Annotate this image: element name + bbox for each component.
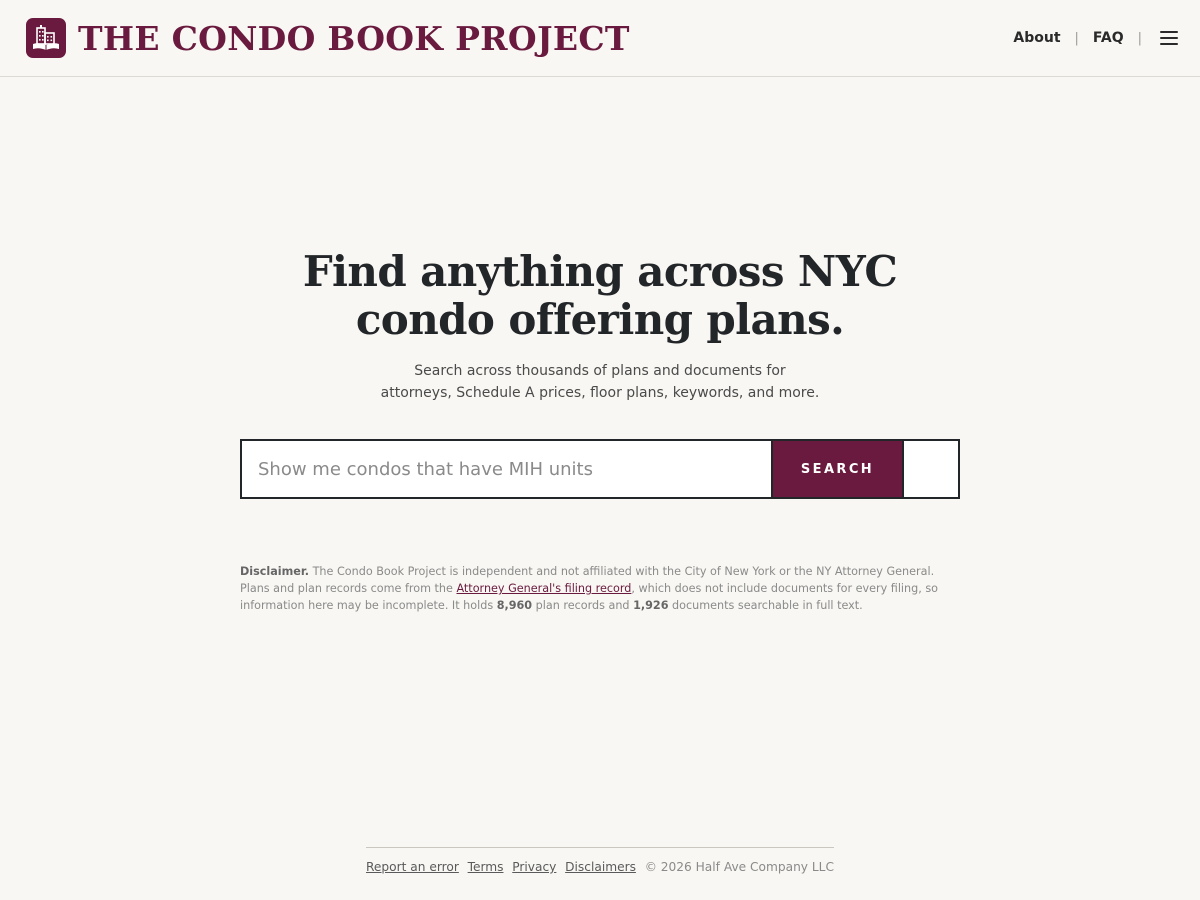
document-count: 1,926 bbox=[633, 599, 669, 612]
building-book-icon bbox=[26, 18, 66, 58]
disclaimer-label: Disclaimer. bbox=[240, 565, 310, 578]
search-extra-area bbox=[904, 441, 958, 497]
hero-title-line-2: condo offering plans. bbox=[355, 295, 845, 344]
report-error-link[interactable]: Report an error bbox=[366, 860, 459, 874]
site-footer: Report an error Terms Privacy Disclaimer… bbox=[366, 847, 834, 874]
hero-title-line-1: Find anything across NYC bbox=[302, 247, 898, 296]
disclaimers-link[interactable]: Disclaimers bbox=[565, 860, 636, 874]
privacy-link[interactable]: Privacy bbox=[512, 860, 556, 874]
search-button[interactable]: SEARCH bbox=[771, 441, 904, 497]
disclaimer-text: documents searchable in full text. bbox=[668, 599, 863, 612]
disclaimer-text: plan records and bbox=[532, 599, 634, 612]
copyright: © 2026 Half Ave Company LLC bbox=[644, 860, 834, 874]
disclaimer: Disclaimer. The Condo Book Project is in… bbox=[240, 563, 965, 614]
nav-about-link[interactable]: About bbox=[1013, 30, 1060, 46]
hero-title: Find anything across NYC condo offering … bbox=[240, 248, 960, 344]
brand-link[interactable]: THE CONDO BOOK PROJECT bbox=[26, 18, 630, 58]
search-form: SEARCH bbox=[240, 439, 960, 499]
hamburger-menu-icon[interactable] bbox=[1160, 31, 1178, 45]
site-header: THE CONDO BOOK PROJECT About | FAQ | bbox=[0, 0, 1200, 77]
nav-separator: | bbox=[1074, 30, 1079, 46]
filing-record-link[interactable]: Attorney General's filing record bbox=[456, 582, 631, 595]
terms-link[interactable]: Terms bbox=[468, 860, 504, 874]
hero-subtitle-line-2: attorneys, Schedule A prices, floor plan… bbox=[380, 385, 820, 401]
hero-subtitle: Search across thousands of plans and doc… bbox=[240, 360, 960, 404]
brand-name: THE CONDO BOOK PROJECT bbox=[78, 18, 630, 58]
hero-section: Find anything across NYC condo offering … bbox=[240, 248, 960, 404]
search-input[interactable] bbox=[242, 441, 771, 497]
nav-faq-link[interactable]: FAQ bbox=[1093, 30, 1124, 46]
top-nav: About | FAQ | bbox=[1013, 30, 1178, 46]
plan-count: 8,960 bbox=[496, 599, 533, 612]
hero-subtitle-line-1: Search across thousands of plans and doc… bbox=[414, 363, 786, 379]
nav-separator: | bbox=[1137, 30, 1142, 46]
